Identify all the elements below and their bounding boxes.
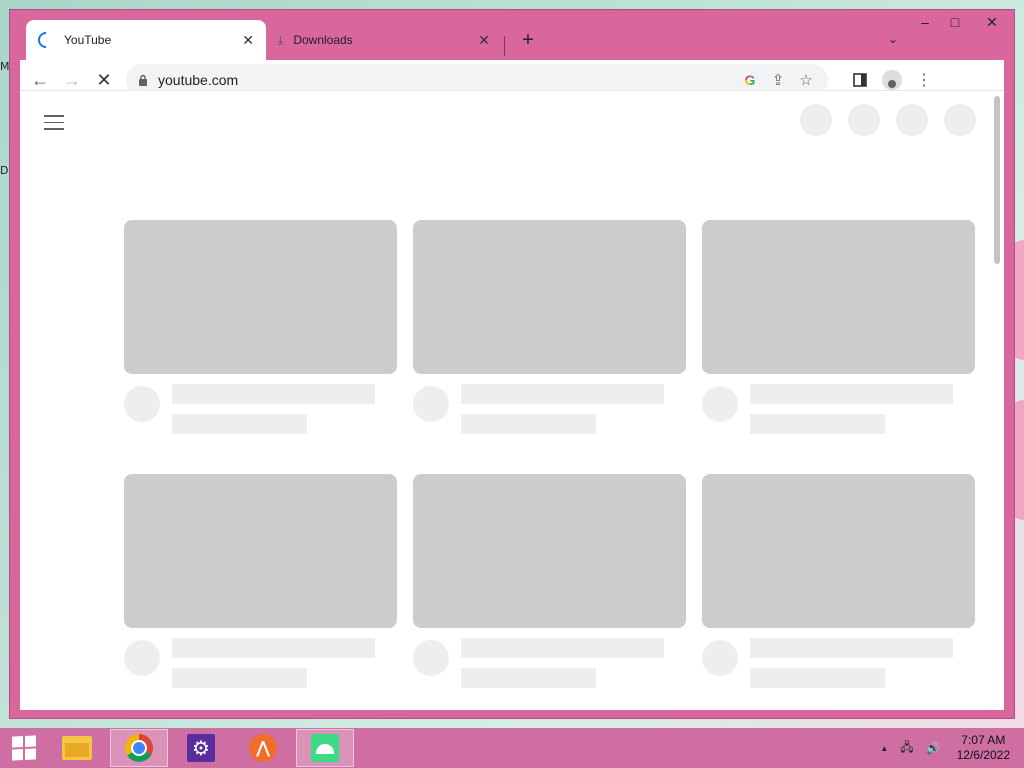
subtitle-placeholder xyxy=(750,414,885,434)
channel-avatar-placeholder xyxy=(413,640,449,676)
scrollbar-thumb[interactable] xyxy=(994,96,1000,264)
placeholder-circle xyxy=(896,104,928,136)
tab-title: Downloads xyxy=(293,33,353,47)
clock-date: 12/6/2022 xyxy=(956,748,1010,762)
lock-icon[interactable] xyxy=(138,74,148,86)
thumbnail-placeholder xyxy=(413,474,686,628)
video-grid-skeleton xyxy=(124,220,976,688)
taskbar-file-explorer[interactable] xyxy=(48,729,106,767)
tab-strip: YouTube ✕ ⤓ Downloads ✕ + ⌄ xyxy=(26,20,1014,60)
video-card-skeleton xyxy=(413,220,686,434)
tab-downloads[interactable]: ⤓ Downloads ✕ xyxy=(266,20,502,60)
tab-youtube[interactable]: YouTube ✕ xyxy=(26,20,266,60)
video-card-skeleton xyxy=(124,474,397,688)
close-tab-icon[interactable]: ✕ xyxy=(242,32,254,49)
channel-avatar-placeholder xyxy=(124,640,160,676)
taskbar-settings[interactable]: ⚙ xyxy=(172,729,230,767)
placeholder-circle xyxy=(800,104,832,136)
subtitle-placeholder xyxy=(461,414,596,434)
tab-title: YouTube xyxy=(64,33,112,47)
title-placeholder xyxy=(750,638,953,658)
start-button[interactable] xyxy=(0,728,48,768)
hamburger-menu-icon[interactable] xyxy=(44,110,64,135)
placeholder-circle xyxy=(848,104,880,136)
video-card-skeleton xyxy=(702,474,975,688)
loading-spinner-icon xyxy=(34,28,58,52)
title-placeholder xyxy=(461,638,664,658)
header-placeholder-icons xyxy=(800,104,976,136)
clock-time: 7:07 AM xyxy=(961,733,1006,747)
browser-window: – □ ✕ YouTube ✕ ⤓ Downloads ✕ + ⌄ ← → ✕ … xyxy=(10,10,1014,718)
subtitle-placeholder xyxy=(750,668,885,688)
thumbnail-placeholder xyxy=(124,220,397,374)
app-icon: ⋀ xyxy=(249,734,277,762)
subtitle-placeholder xyxy=(461,668,596,688)
settings-icon: ⚙ xyxy=(187,734,215,762)
title-placeholder xyxy=(172,638,375,658)
new-tab-button[interactable]: + xyxy=(516,28,540,52)
tab-separator xyxy=(504,36,505,56)
close-tab-icon[interactable]: ✕ xyxy=(478,32,490,49)
network-icon[interactable]: 🖧 xyxy=(900,738,913,759)
channel-avatar-placeholder xyxy=(413,386,449,422)
page-content xyxy=(20,90,1004,710)
windows-logo-icon xyxy=(12,735,36,761)
taskbar-android-studio[interactable] xyxy=(296,729,354,767)
subtitle-placeholder xyxy=(172,414,307,434)
avatar xyxy=(882,70,902,90)
video-card-skeleton xyxy=(702,220,975,434)
desktop-icon-label[interactable]: M xyxy=(0,60,10,73)
clock[interactable]: 7:07 AM 12/6/2022 xyxy=(957,733,1010,763)
url-text[interactable]: youtube.com xyxy=(158,72,736,88)
divider xyxy=(20,90,1004,91)
show-hidden-icons-chevron-icon[interactable]: ▲ xyxy=(880,744,888,753)
taskbar: ⚙ ⋀ ▲ 🖧 🔊 7:07 AM 12/6/2022 xyxy=(0,728,1024,768)
title-placeholder xyxy=(461,384,664,404)
desktop-icon-label[interactable]: D xyxy=(0,164,8,177)
file-explorer-icon xyxy=(62,736,92,760)
channel-avatar-placeholder xyxy=(702,640,738,676)
chrome-icon xyxy=(125,734,153,762)
placeholder-circle xyxy=(944,104,976,136)
thumbnail-placeholder xyxy=(702,220,975,374)
tab-search-chevron-icon[interactable]: ⌄ xyxy=(888,32,898,46)
system-tray: ▲ 🖧 🔊 7:07 AM 12/6/2022 xyxy=(874,733,1024,763)
thumbnail-placeholder xyxy=(702,474,975,628)
thumbnail-placeholder xyxy=(124,474,397,628)
taskbar-app[interactable]: ⋀ xyxy=(234,729,292,767)
taskbar-chrome[interactable] xyxy=(110,729,168,767)
channel-avatar-placeholder xyxy=(702,386,738,422)
download-icon: ⤓ xyxy=(278,32,284,47)
title-placeholder xyxy=(750,384,953,404)
thumbnail-placeholder xyxy=(413,220,686,374)
channel-avatar-placeholder xyxy=(124,386,160,422)
android-studio-icon xyxy=(311,734,339,762)
volume-icon[interactable]: 🔊 xyxy=(926,741,941,755)
title-placeholder xyxy=(172,384,375,404)
video-card-skeleton xyxy=(413,474,686,688)
video-card-skeleton xyxy=(124,220,397,434)
subtitle-placeholder xyxy=(172,668,307,688)
